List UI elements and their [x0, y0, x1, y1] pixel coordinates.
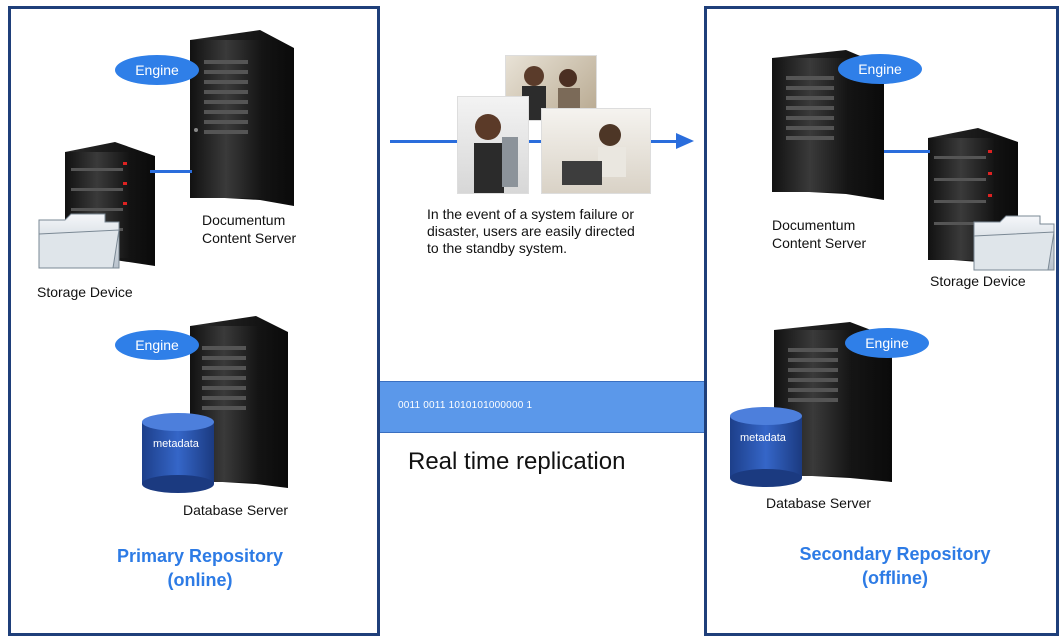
content-server-label: Documentum Content Server — [772, 217, 867, 251]
user-photo-laptop — [541, 108, 651, 194]
repo-title-line1: Secondary Repository — [799, 544, 991, 564]
repo-title-line2: (online) — [167, 570, 233, 590]
database-server-label: Database Server — [766, 495, 872, 511]
secondary-repository-title: Secondary Repository (offline) — [760, 542, 1030, 590]
engine-badge-top-secondary: Engine — [838, 54, 922, 84]
engine-badge-top-primary: Engine — [115, 55, 199, 85]
storage-device-label: Storage Device — [37, 284, 133, 300]
content-server-label: Documentum Content Server — [202, 212, 297, 246]
content-server-tower-icon — [190, 30, 294, 206]
repo-title-line1: Primary Repository — [116, 546, 284, 566]
user-photo-woman — [457, 96, 529, 194]
storage-link-line — [884, 150, 930, 153]
database-cylinder-icon — [730, 407, 802, 487]
metadata-label: metadata — [740, 432, 786, 444]
folder-icon — [38, 213, 120, 269]
storage-device-label: Storage Device — [930, 273, 1026, 289]
engine-badge-db-secondary: Engine — [845, 328, 929, 358]
primary-repository-title: Primary Repository (online) — [70, 544, 330, 592]
metadata-label: metadata — [153, 438, 199, 450]
storage-link-line — [150, 170, 192, 173]
failover-caption: In the event of a system failure or disa… — [427, 206, 635, 256]
replication-bar: 0011 0011 1010101000000 1 — [380, 381, 704, 433]
repo-title-line2: (offline) — [862, 568, 928, 588]
engine-badge-db-primary: Engine — [115, 330, 199, 360]
binary-stream-text: 0011 0011 1010101000000 1 — [398, 400, 533, 411]
database-cylinder-icon — [142, 413, 214, 493]
replication-title: Real time replication — [408, 448, 626, 475]
folder-icon — [973, 215, 1055, 271]
arrow-head-icon — [676, 133, 694, 149]
database-server-label: Database Server — [183, 502, 289, 518]
